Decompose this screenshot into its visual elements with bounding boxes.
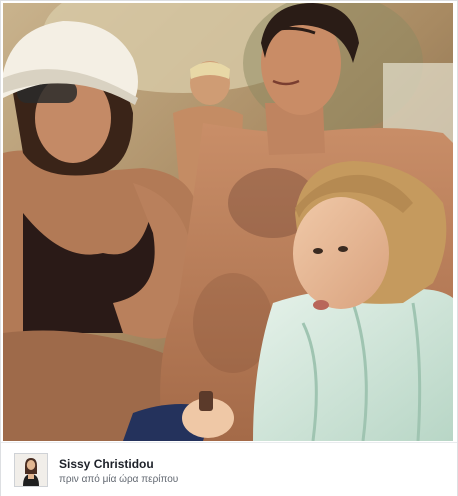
author-name[interactable]: Sissy Christidou [59,457,154,471]
author-avatar[interactable] [14,453,48,487]
post-footer: Sissy Christidou πριν από μία ώρα περίπο… [1,442,457,496]
post-timestamp[interactable]: πριν από μία ώρα περίπου [59,474,178,485]
post-card: Sissy Christidou πριν από μία ώρα περίπο… [0,0,458,496]
post-photo[interactable] [3,3,453,441]
author-avatar-image [15,454,47,486]
